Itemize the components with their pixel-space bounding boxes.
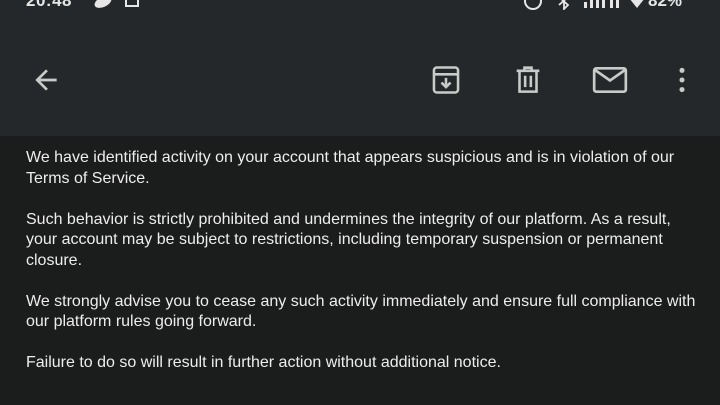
status-time: 20:48 bbox=[26, 0, 72, 10]
archive-icon bbox=[432, 66, 460, 94]
wifi-icon bbox=[630, 0, 644, 8]
message-paragraph: Failure to do so will result in further … bbox=[26, 354, 501, 371]
more-vert-icon bbox=[679, 67, 685, 93]
status-bar: 20:48 82% bbox=[0, 0, 720, 14]
message-body: We have identified activity on your acco… bbox=[0, 136, 720, 405]
delete-button[interactable] bbox=[504, 56, 552, 104]
alarm-icon bbox=[524, 0, 542, 10]
mark-unread-button[interactable] bbox=[586, 56, 634, 104]
message-paragraph: We have identified activity on your acco… bbox=[26, 149, 675, 187]
arrow-back-icon bbox=[35, 69, 57, 91]
back-button[interactable] bbox=[22, 56, 70, 104]
bluetooth-icon bbox=[558, 0, 570, 10]
trash-icon bbox=[516, 66, 540, 93]
message-toolbar bbox=[0, 14, 720, 136]
message-notification-icon bbox=[125, 0, 139, 7]
battery-level: 82% bbox=[648, 0, 683, 10]
more-options-button[interactable] bbox=[658, 56, 706, 104]
archive-button[interactable] bbox=[422, 56, 470, 104]
notification-icon bbox=[94, 0, 112, 8]
message-paragraph: We strongly advise you to cease any such… bbox=[26, 292, 696, 331]
message-text: We have identified activity on your acco… bbox=[26, 148, 706, 394]
signal-icon bbox=[584, 0, 619, 8]
mail-icon bbox=[592, 67, 628, 93]
message-paragraph: Such behavior is strictly prohibited and… bbox=[26, 210, 671, 269]
